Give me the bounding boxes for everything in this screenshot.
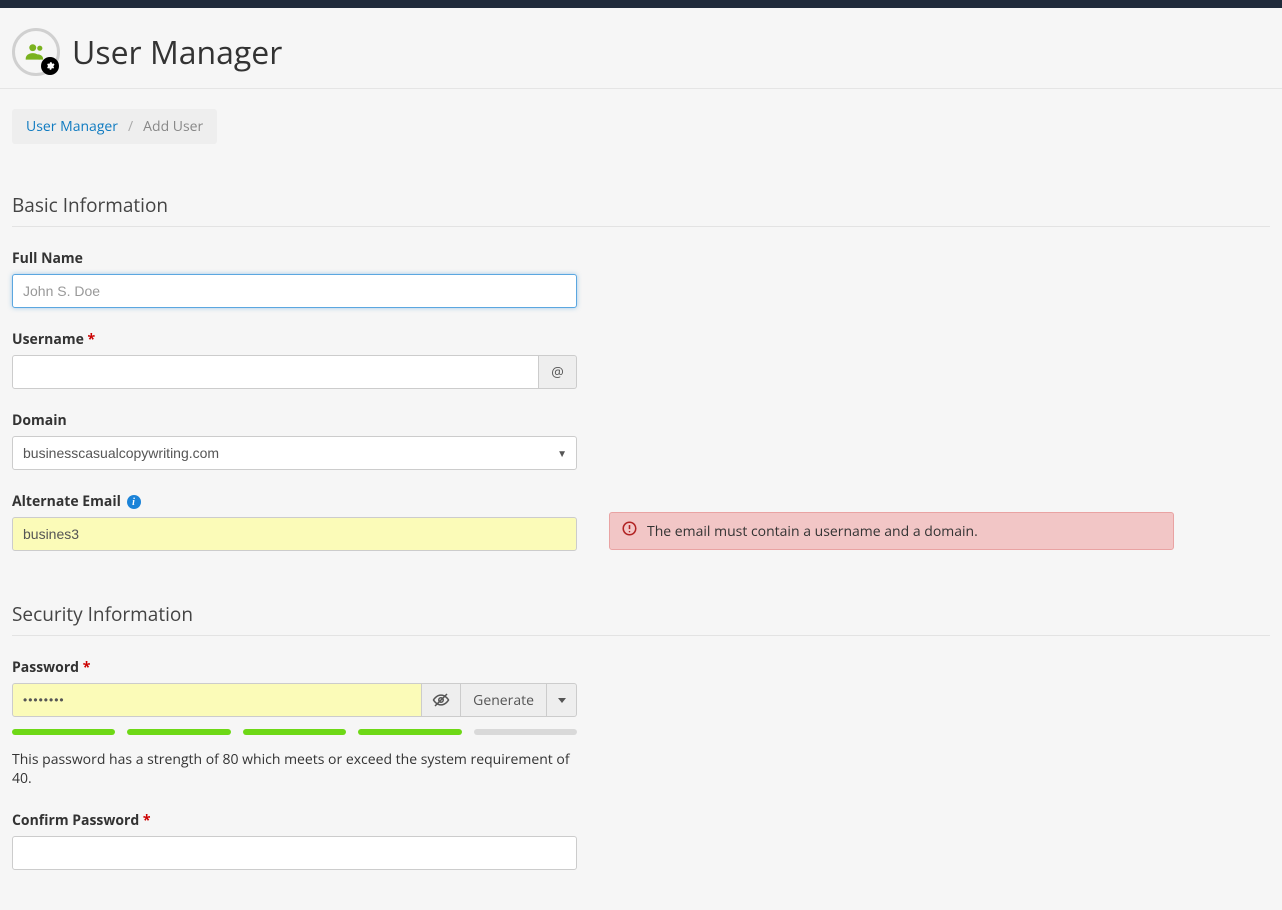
breadcrumb-current: Add User: [143, 117, 203, 136]
gear-icon: [41, 57, 59, 75]
confirm-password-label-text: Confirm Password: [12, 811, 139, 830]
required-marker: *: [143, 811, 151, 830]
domain-select[interactable]: businesscasualcopywriting.com: [12, 436, 577, 470]
error-icon: [622, 521, 637, 541]
page-header: User Manager: [0, 20, 1282, 89]
domain-label: Domain: [12, 411, 577, 430]
strength-segment: [358, 729, 461, 735]
breadcrumb-separator: /: [128, 117, 133, 136]
eye-off-icon: [432, 691, 450, 709]
username-label: Username *: [12, 330, 577, 349]
top-bar: [0, 0, 1282, 8]
strength-segment: [12, 729, 115, 735]
caret-down-icon: [558, 698, 566, 703]
toggle-password-visibility-button[interactable]: [422, 683, 461, 717]
strength-segment: [127, 729, 230, 735]
username-input[interactable]: [12, 355, 539, 389]
required-marker: *: [83, 658, 91, 677]
username-at-addon: @: [539, 355, 577, 389]
password-strength-help: This password has a strength of 80 which…: [12, 751, 577, 789]
users-icon: [12, 28, 60, 76]
section-security-title: Security Information: [12, 601, 1270, 636]
section-basic-title: Basic Information: [12, 192, 1270, 227]
full-name-input[interactable]: [12, 274, 577, 308]
password-label-text: Password: [12, 658, 79, 677]
required-marker: *: [88, 330, 96, 349]
confirm-password-input[interactable]: [12, 836, 577, 870]
password-strength-meter: [12, 729, 577, 735]
password-label: Password *: [12, 658, 577, 677]
alternate-email-label-text: Alternate Email: [12, 492, 121, 511]
page-title: User Manager: [72, 31, 282, 74]
alternate-email-error-text: The email must contain a username and a …: [647, 522, 978, 541]
generate-password-options-button[interactable]: [547, 683, 577, 717]
username-label-text: Username: [12, 330, 84, 349]
breadcrumb-user-manager[interactable]: User Manager: [26, 117, 118, 136]
generate-password-button[interactable]: Generate: [461, 683, 547, 717]
strength-segment: [474, 729, 577, 735]
alternate-email-error-alert: The email must contain a username and a …: [609, 512, 1174, 550]
password-input[interactable]: ••••••••: [12, 683, 422, 717]
full-name-label: Full Name: [12, 249, 577, 268]
strength-segment: [243, 729, 346, 735]
info-icon[interactable]: i: [127, 495, 141, 509]
alternate-email-label: Alternate Email i: [12, 492, 577, 511]
breadcrumb: User Manager / Add User: [12, 109, 217, 144]
confirm-password-label: Confirm Password *: [12, 811, 577, 830]
alternate-email-input[interactable]: [12, 517, 577, 551]
